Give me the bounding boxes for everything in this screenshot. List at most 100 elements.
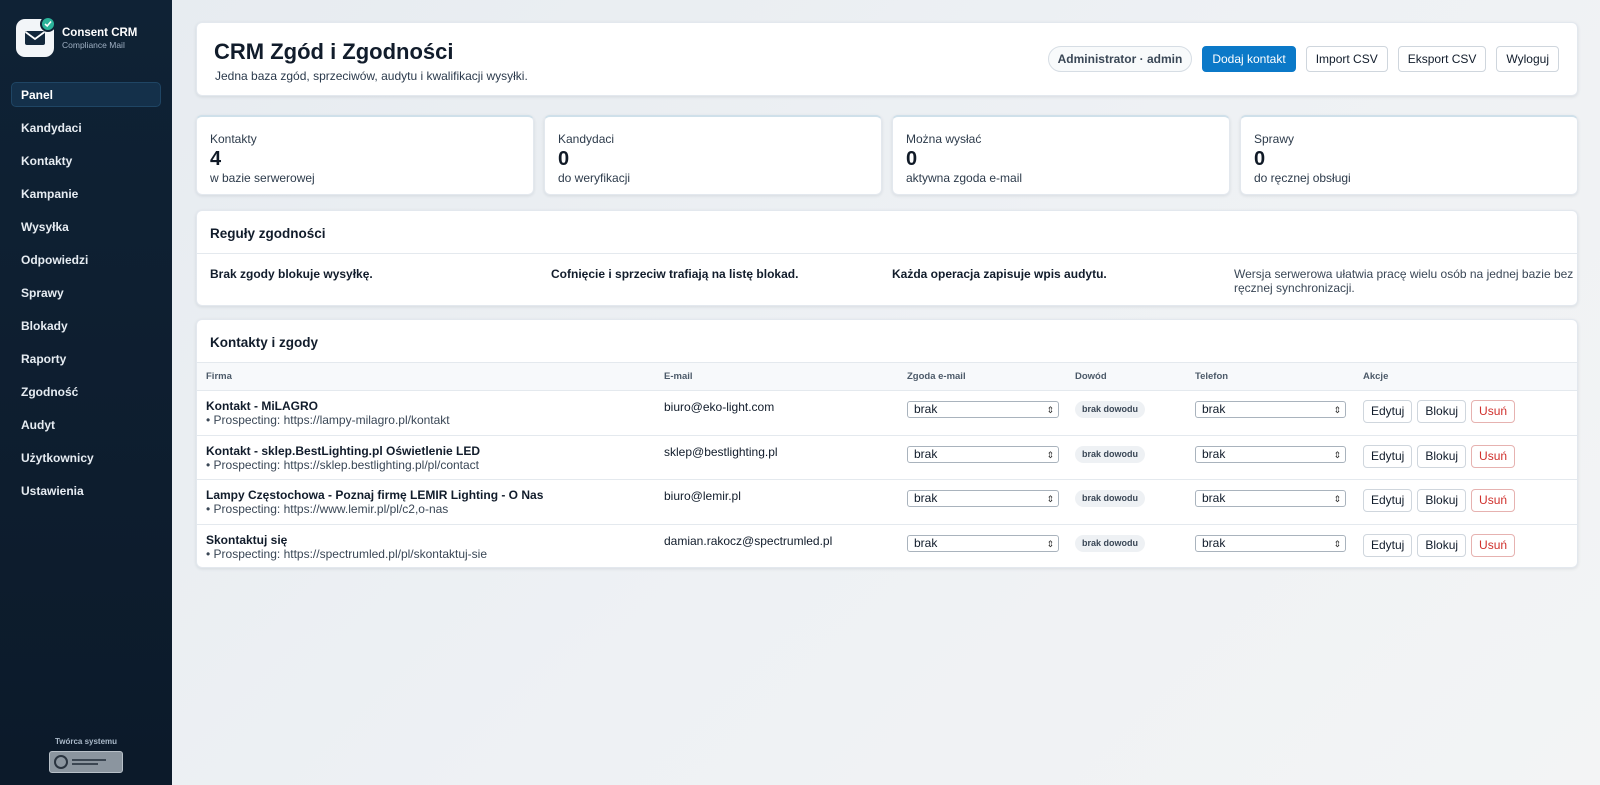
firm-name: Lampy Częstochowa - Poznaj firmę LEMIR L… (206, 488, 544, 502)
edit-button[interactable]: Edytuj (1363, 489, 1413, 512)
compliance-rules-panel: Reguły zgodności Brak zgody blokuje wysy… (196, 210, 1578, 306)
stat-label: Można wysłać (906, 132, 982, 146)
sidebar-item-zgodnosc[interactable]: Zgodność (11, 379, 161, 404)
stat-card-cases: Sprawy 0 do ręcznej obsługi (1240, 115, 1578, 195)
stat-value: 4 (210, 148, 222, 170)
firm-name: Kontakt - MiLAGRO (206, 399, 318, 413)
sidebar: Consent CRM Compliance Mail Panel Kandyd… (0, 0, 172, 785)
phone-consent-select[interactable]: brak ⇕ (1195, 490, 1346, 507)
header-actions: Administrator · admin Dodaj kontakt Impo… (1047, 46, 1559, 72)
stat-label: Kontakty (210, 132, 257, 146)
sidebar-item-blokady[interactable]: Blokady (11, 313, 161, 338)
sidebar-item-ustawienia[interactable]: Ustawienia (11, 478, 161, 503)
proof-badge: brak dowodu (1075, 401, 1145, 418)
sidebar-item-uzytkownicy[interactable]: Użytkownicy (11, 445, 161, 470)
chevron-updown-icon: ⇕ (1333, 538, 1341, 549)
sidebar-item-odpowiedzi[interactable]: Odpowiedzi (11, 247, 161, 272)
stat-value: 0 (558, 148, 570, 170)
sidebar-item-panel[interactable]: Panel (11, 82, 161, 107)
chevron-updown-icon: ⇕ (1046, 538, 1054, 549)
column-header-consent[interactable]: Zgoda e-mail (898, 362, 1066, 391)
sidebar-item-kampanie[interactable]: Kampanie (11, 181, 161, 206)
delete-button[interactable]: Usuń (1471, 489, 1516, 512)
logout-button[interactable]: Wyloguj (1496, 46, 1559, 72)
contact-email: biuro@lemir.pl (664, 489, 741, 503)
delete-button[interactable]: Usuń (1471, 444, 1516, 468)
page-subtitle: Jedna baza zgód, sprzeciwów, audytu i kw… (215, 69, 528, 83)
page-title: CRM Zgód i Zgodności (214, 39, 454, 64)
sidebar-item-sprawy[interactable]: Sprawy (11, 280, 161, 305)
firm-name: Kontakt - sklep.BestLighting.pl Oświetle… (206, 443, 481, 458)
table-row: Kontakt - sklep.BestLighting.pl Oświetle… (197, 435, 1577, 480)
stat-desc: aktywna zgoda e-mail (906, 171, 1023, 185)
chevron-updown-icon: ⇕ (1046, 494, 1054, 504)
consent-email-select[interactable]: brak ⇕ (907, 490, 1059, 507)
column-header-proof[interactable]: Dowód (1066, 362, 1186, 391)
block-button[interactable]: Blokuj (1417, 533, 1467, 557)
rule-item: Cofnięcie i sprzeciw trafiają na listę b… (551, 267, 799, 281)
sidebar-item-raporty[interactable]: Raporty (11, 346, 161, 371)
stat-desc: do weryfikacji (558, 171, 631, 185)
block-button[interactable]: Blokuj (1417, 400, 1467, 423)
check-icon (40, 16, 56, 32)
consent-email-select[interactable]: brak ⇕ (907, 445, 1059, 463)
block-button[interactable]: Blokuj (1417, 489, 1467, 512)
user-badge: Administrator · admin (1047, 46, 1193, 72)
phone-consent-select[interactable]: brak ⇕ (1195, 445, 1346, 463)
rule-item: Każda operacja zapisuje wpis audytu. (892, 267, 1107, 281)
stat-desc: do ręcznej obsługi (1254, 171, 1351, 185)
stat-card-contacts: Kontakty 4 w bazie serwerowej (196, 115, 534, 195)
proof-badge: brak dowodu (1075, 490, 1145, 507)
stat-value: 0 (906, 148, 918, 170)
chevron-updown-icon: ⇕ (1046, 449, 1054, 460)
firm-source: • Prospecting: https://lampy-milagro.pl/… (206, 413, 450, 427)
stat-value: 0 (1254, 148, 1266, 170)
contacts-panel: Kontakty i zgody Firma E-mail Zgoda e-ma… (196, 319, 1578, 568)
block-button[interactable]: Blokuj (1417, 444, 1467, 468)
stat-label: Sprawy (1254, 132, 1295, 146)
mail-logo-icon (16, 16, 56, 57)
export-csv-button[interactable]: Eksport CSV (1397, 46, 1487, 72)
chevron-updown-icon: ⇕ (1333, 405, 1341, 415)
chevron-updown-icon: ⇕ (1333, 494, 1341, 504)
section-title: Kontakty i zgody (210, 335, 319, 350)
column-header-email[interactable]: E-mail (655, 362, 898, 391)
stat-desc: w bazie serwerowej (210, 171, 315, 185)
column-header-actions: Akcje (1354, 362, 1577, 391)
consent-email-select[interactable]: brak ⇕ (907, 534, 1059, 552)
brand-title: Consent CRM (62, 26, 138, 39)
firm-source: • Prospecting: https://sklep.bestlightin… (206, 457, 480, 472)
stat-card-sendable: Można wysłać 0 aktywna zgoda e-mail (892, 115, 1230, 195)
phone-consent-select[interactable]: brak ⇕ (1195, 534, 1346, 552)
delete-button[interactable]: Usuń (1471, 533, 1516, 557)
column-header-firm[interactable]: Firma (197, 362, 655, 391)
sidebar-item-kandydaci[interactable]: Kandydaci (11, 115, 161, 140)
contact-email: sklep@bestlighting.pl (664, 444, 778, 459)
contact-email: biuro@eko-light.com (664, 400, 775, 414)
consent-email-select[interactable]: brak ⇕ (907, 401, 1059, 418)
proof-badge: brak dowodu (1075, 534, 1145, 552)
sidebar-item-audyt[interactable]: Audyt (11, 412, 161, 437)
stat-label: Kandydaci (558, 132, 615, 146)
sidebar-item-kontakty[interactable]: Kontakty (11, 148, 161, 173)
delete-button[interactable]: Usuń (1471, 400, 1516, 423)
brand: Consent CRM Compliance Mail (0, 0, 172, 58)
sidebar-item-wysylka[interactable]: Wysyłka (11, 214, 161, 239)
rule-item: Brak zgody blokuje wysyłkę. (210, 267, 373, 281)
table-row: Lampy Częstochowa - Poznaj firmę LEMIR L… (197, 479, 1577, 525)
rule-note: Wersja serwerowa ułatwia pracę wielu osó… (1234, 267, 1574, 295)
phone-consent-select[interactable]: brak ⇕ (1195, 401, 1346, 418)
firm-name: Skontaktuj się (206, 532, 288, 547)
edit-button[interactable]: Edytuj (1363, 533, 1413, 557)
creator-section: Twórca systemu (0, 737, 172, 773)
creator-logo-icon[interactable] (49, 751, 123, 773)
brand-subtitle: Compliance Mail (62, 39, 125, 50)
table-row: Skontaktuj się • Prospecting: https://spe… (197, 524, 1577, 567)
table-header-row: Firma E-mail Zgoda e-mail Dowód Telefon … (197, 362, 1577, 391)
edit-button[interactable]: Edytuj (1363, 444, 1413, 468)
import-csv-button[interactable]: Import CSV (1305, 46, 1388, 72)
add-contact-button[interactable]: Dodaj kontakt (1202, 46, 1296, 72)
column-header-phone[interactable]: Telefon (1186, 362, 1354, 391)
edit-button[interactable]: Edytuj (1363, 400, 1413, 423)
chevron-updown-icon: ⇕ (1046, 405, 1054, 415)
